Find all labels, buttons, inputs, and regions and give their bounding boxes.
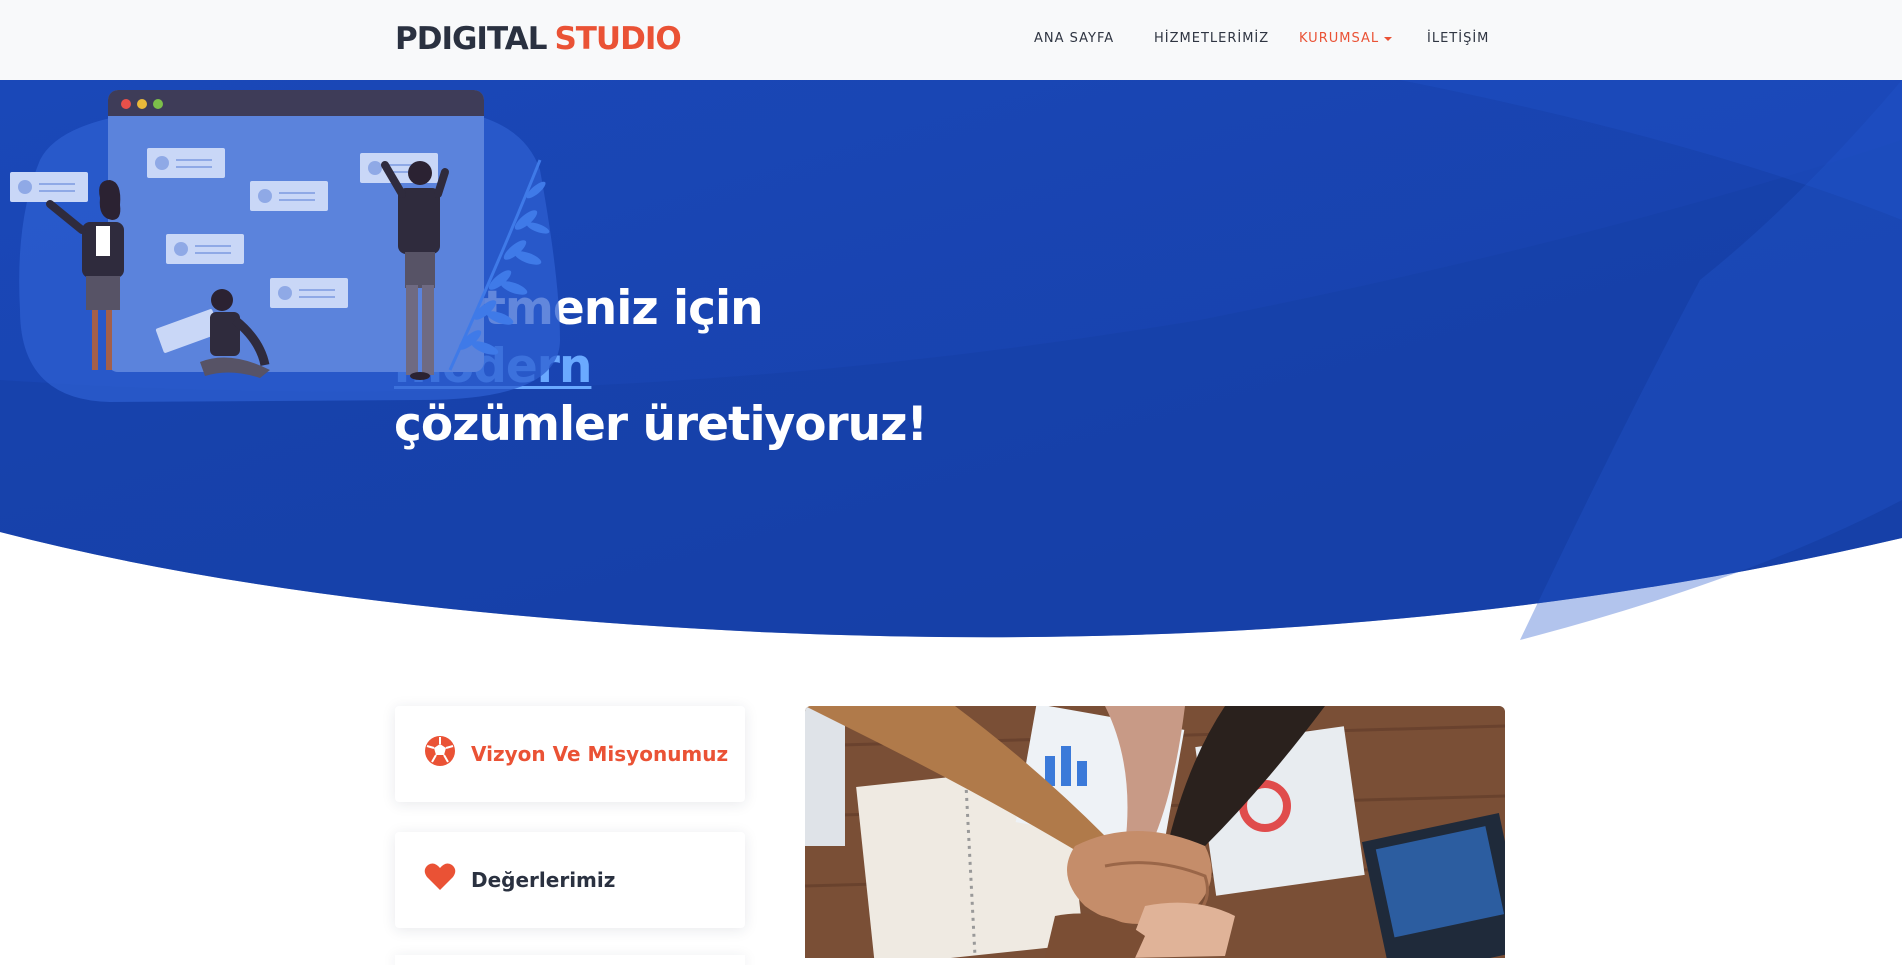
nav-item-iletisim[interactable]: İLETİŞİM	[1427, 31, 1489, 46]
team-hands-photo	[805, 706, 1505, 958]
card-vision-mission-label: Vizyon Ve Misyonumuz	[471, 742, 729, 766]
nav-item-kurumsal[interactable]: KURUMSAL	[1299, 31, 1393, 46]
brand-name-part1: PDIGITAL	[395, 21, 547, 57]
teamwork-illustration	[10, 90, 560, 402]
card-vision-mission[interactable]: Vizyon Ve Misyonumuz	[395, 706, 745, 802]
soccer-ball-icon	[425, 736, 455, 766]
card-next-partial[interactable]	[395, 955, 745, 965]
hero-section: İşletmeniz için modern çözümler üretiyor…	[0, 80, 1902, 640]
brand-name-part2: STUDIO	[554, 21, 681, 57]
nav-item-hizmetlerimiz[interactable]: HİZMETLERİMİZ	[1154, 31, 1269, 46]
team-hands-image	[805, 706, 1505, 958]
nav-item-kurumsal-label: KURUMSAL	[1299, 31, 1380, 46]
nav-item-ana-sayfa[interactable]: ANA SAYFA	[1034, 31, 1114, 46]
card-values[interactable]: Değerlerimiz	[395, 832, 745, 928]
brand-logo[interactable]: PDIGITAL STUDIO	[395, 18, 682, 60]
heart-icon	[424, 863, 456, 890]
navbar: PDIGITAL STUDIO ANA SAYFA HİZMETLERİMİZ K…	[0, 0, 1902, 81]
dropdown-caret-icon	[1384, 36, 1393, 41]
card-values-label: Değerlerimiz	[471, 868, 616, 892]
